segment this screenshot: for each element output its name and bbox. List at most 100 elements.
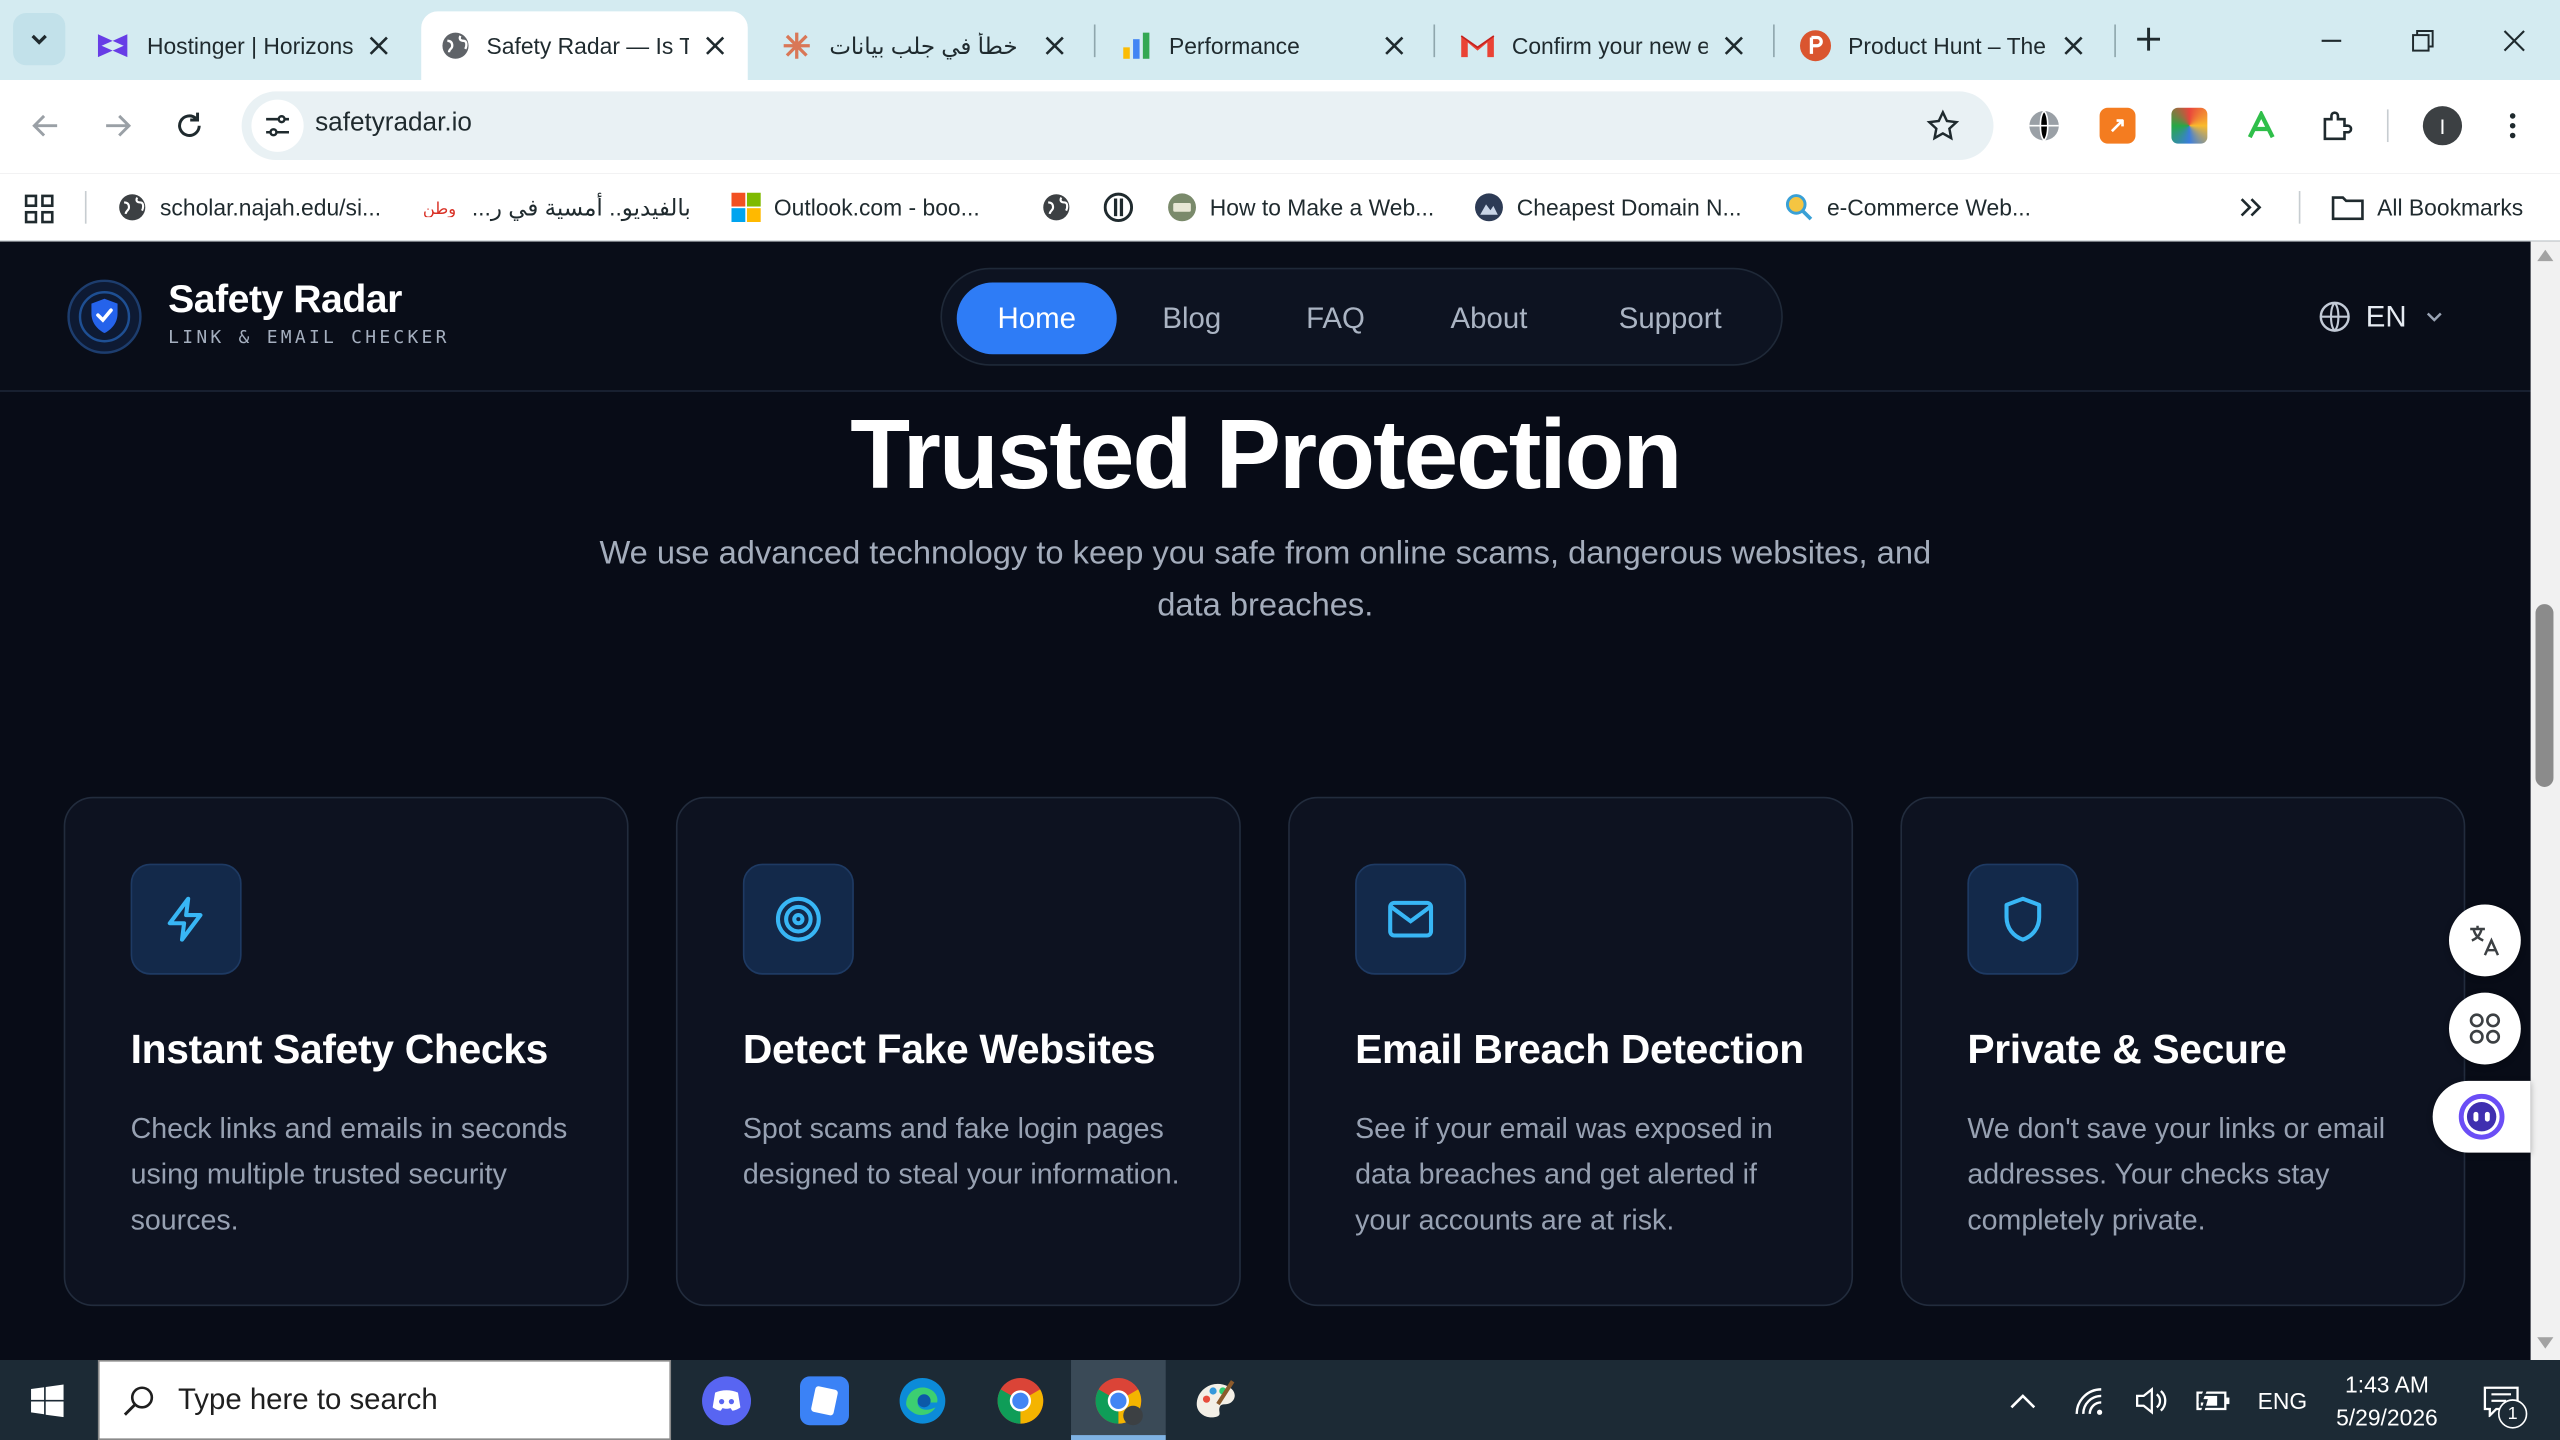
restore-button[interactable] — [2384, 0, 2462, 80]
menu-button[interactable] — [2495, 106, 2531, 145]
translate-button[interactable] — [2448, 904, 2521, 977]
start-button[interactable] — [0, 1360, 95, 1440]
bookmark-item[interactable]: Cheapest Domain N... — [1474, 173, 1742, 242]
nav-about[interactable]: About — [1419, 282, 1559, 354]
battery-button[interactable] — [2191, 1360, 2237, 1440]
more-bookmarks-button[interactable] — [2233, 191, 2269, 224]
clock[interactable]: 1:43 AM 5/29/2026 — [2318, 1360, 2455, 1440]
language-selector[interactable]: EN — [2318, 297, 2449, 336]
bookmark-item[interactable]: scholar.najah.edu/si... — [118, 173, 381, 242]
bookmark-star-button[interactable] — [1923, 106, 1962, 145]
taskbar-chrome[interactable] — [973, 1360, 1068, 1440]
all-bookmarks-button[interactable]: All Bookmarks — [2331, 173, 2523, 242]
tab-arabic[interactable]: خطأ في جلب بيانات — [761, 11, 1088, 80]
tab-hostinger[interactable]: Hostinger | Horizons — [75, 11, 411, 80]
radar-shield-logo-icon — [67, 279, 142, 354]
back-button[interactable] — [20, 100, 72, 152]
logo[interactable]: Safety Radar LINK & EMAIL CHECKER — [65, 278, 473, 356]
volume-button[interactable] — [2127, 1360, 2173, 1440]
plus-icon — [2137, 27, 2161, 51]
globe-icon — [1043, 194, 1070, 221]
close-tab-icon[interactable] — [2060, 33, 2086, 59]
logo-title: Safety Radar — [168, 277, 402, 322]
feature-text: See if your email was exposed in data br… — [1355, 1111, 1773, 1236]
bookmarks-divider — [2298, 191, 2301, 224]
extension-orange[interactable]: ↗ — [2099, 107, 2136, 144]
apps-button[interactable] — [23, 193, 56, 226]
gmail-icon — [1460, 35, 1495, 58]
puzzle-icon — [2323, 111, 2353, 141]
close-tab-icon[interactable] — [1042, 33, 1068, 59]
apps-shortcut-button[interactable] — [2448, 992, 2521, 1065]
minimize-button[interactable] — [2292, 0, 2370, 80]
extensions-button[interactable] — [2315, 104, 2357, 146]
site-info-button[interactable] — [251, 99, 304, 152]
forward-arrow-icon — [106, 114, 132, 137]
extension-globe[interactable] — [2026, 108, 2062, 144]
nav-support[interactable]: Support — [1589, 282, 1752, 354]
close-tab-icon[interactable] — [702, 33, 728, 59]
tab-gmail[interactable]: Confirm your new email — [1440, 11, 1767, 80]
chrome-profile-icon — [1095, 1377, 1143, 1425]
close-tab-icon[interactable] — [1381, 33, 1407, 59]
nav-home[interactable]: Home — [956, 282, 1117, 355]
show-hidden-icons-button[interactable] — [2002, 1360, 2044, 1440]
tab-title: Confirm your new email — [1511, 32, 1708, 59]
scroll-up-arrow-icon[interactable] — [2537, 248, 2554, 262]
assistant-face-icon — [2458, 1093, 2505, 1140]
four-circles-icon — [2469, 1013, 2501, 1044]
taskbar-paint[interactable] — [1169, 1360, 1264, 1440]
taskbar-search[interactable]: Type here to search — [97, 1360, 672, 1440]
scroll-down-arrow-icon[interactable] — [2537, 1337, 2554, 1350]
site-header: Safety Radar LINK & EMAIL CHECKER Home B… — [0, 241, 2531, 392]
taskbar-blue-app[interactable] — [777, 1360, 872, 1440]
profile-initial: I — [2439, 113, 2446, 138]
close-window-button[interactable] — [2475, 0, 2553, 80]
nav-blog[interactable]: Blog — [1133, 282, 1251, 354]
nav-faq[interactable]: FAQ — [1275, 282, 1396, 354]
close-tab-icon[interactable] — [1721, 33, 1747, 59]
taskbar-chrome-active[interactable] — [1071, 1360, 1166, 1440]
network-button[interactable] — [2067, 1360, 2113, 1440]
chevron-down-icon — [31, 34, 47, 45]
bookmark-item[interactable]: How to Make a Web... — [1167, 173, 1434, 242]
url-text[interactable]: safetyradar.io — [315, 109, 472, 138]
tab-performance[interactable]: Performance — [1100, 11, 1427, 80]
restore-icon — [2412, 29, 2434, 51]
chevron-down-icon — [2426, 312, 2442, 322]
tab-search-button[interactable] — [13, 13, 66, 66]
feature-card: Instant Safety Checks Check links and em… — [63, 796, 629, 1307]
assistant-bubble-button[interactable] — [2432, 1080, 2531, 1153]
forward-button[interactable] — [91, 100, 143, 152]
bookmark-item[interactable]: Outlook.com - boo... — [731, 173, 980, 242]
tab-safety-radar[interactable]: Safety Radar — Is This Link Safe? — [421, 11, 748, 80]
bookmarks-bar: scholar.najah.edu/si... وطن بالفيديو.. أ… — [0, 173, 2560, 242]
bookmark-item[interactable]: وطن بالفيديو.. أمسية في ر... — [423, 173, 691, 242]
tab-producthunt[interactable]: Product Hunt – The best new products — [1780, 11, 2107, 80]
taskbar-edge[interactable] — [875, 1360, 970, 1440]
notification-center-button[interactable]: 1 — [2469, 1360, 2534, 1440]
extension-green[interactable] — [2243, 108, 2279, 144]
address-bar[interactable]: safetyradar.io — [241, 91, 1994, 160]
extension-colorful[interactable] — [2171, 107, 2208, 144]
scrollbar-thumb[interactable] — [2535, 604, 2554, 787]
profile-avatar[interactable]: I — [2422, 106, 2463, 146]
chrome-icon — [997, 1377, 1044, 1423]
toolbar-divider — [2386, 109, 2389, 143]
new-tab-button[interactable] — [2126, 16, 2172, 62]
reload-button[interactable] — [163, 100, 215, 152]
hostinger-icon — [97, 34, 128, 58]
bookmark-item[interactable] — [1042, 173, 1084, 242]
taskbar-discord[interactable] — [679, 1360, 774, 1440]
paint-palette-icon — [1196, 1379, 1235, 1417]
language-label: EN — [2365, 299, 2407, 333]
vertical-scrollbar[interactable] — [2530, 241, 2560, 1360]
green-a-extension-icon — [2247, 111, 2275, 139]
bookmark-item[interactable]: e-Commerce Web... — [1784, 173, 2031, 242]
bookmark-item[interactable] — [1103, 173, 1146, 242]
input-language-button[interactable]: ENG — [2250, 1360, 2315, 1440]
minimize-icon — [2321, 38, 2342, 42]
bookmarks-divider — [84, 191, 87, 224]
close-tab-icon[interactable] — [366, 33, 392, 59]
folder-icon — [2331, 196, 2364, 221]
